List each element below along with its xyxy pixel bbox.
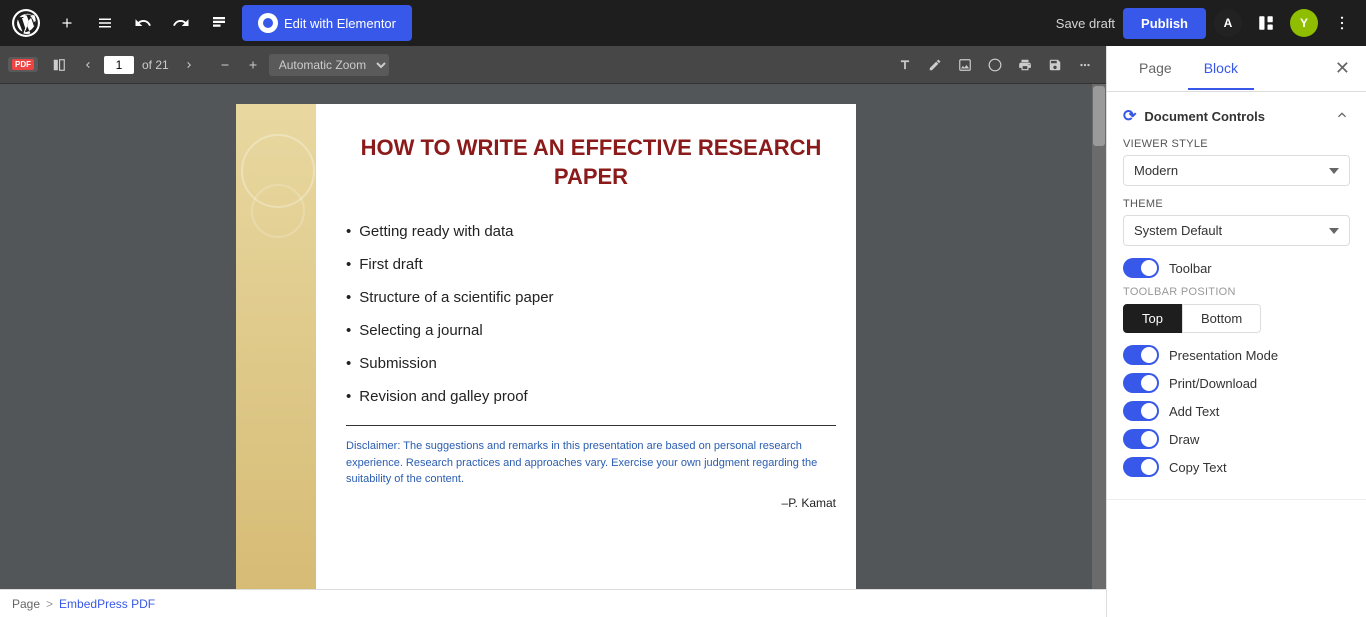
presentation-mode-toggle[interactable] xyxy=(1123,345,1159,365)
draw-row: Draw xyxy=(1123,429,1350,449)
astra-icon[interactable]: A xyxy=(1214,9,1242,37)
section-header: ⟳ Document Controls xyxy=(1123,106,1350,126)
pdf-prev-button[interactable] xyxy=(76,55,100,75)
breadcrumb-separator: > xyxy=(46,597,53,611)
document-controls-section: ⟳ Document Controls VIEWER STYLE Modern … xyxy=(1107,92,1366,500)
pdf-viewer: PDF of 21 Automatic Zoom 50% 75% xyxy=(0,46,1106,617)
toolbar-cursor-indicator xyxy=(1226,260,1242,276)
pdf-bullet-item: Structure of a scientific paper xyxy=(346,281,836,314)
copy-text-label: Copy Text xyxy=(1169,460,1227,475)
pdf-content-area: HOW TO WRITE AN EFFECTIVE RESEARCH PAPER… xyxy=(0,84,1092,589)
close-panel-button[interactable]: ✕ xyxy=(1335,58,1350,79)
publish-button[interactable]: Publish xyxy=(1123,8,1206,39)
pdf-image-tool-button[interactable] xyxy=(952,54,978,76)
collapse-button[interactable] xyxy=(1334,107,1350,126)
layout-icon-button[interactable] xyxy=(1250,7,1282,39)
more-options-button[interactable] xyxy=(1326,7,1358,39)
content-area: PDF of 21 Automatic Zoom 50% 75% xyxy=(0,46,1366,617)
pdf-next-button[interactable] xyxy=(177,55,201,75)
add-text-label: Add Text xyxy=(1169,404,1219,419)
breadcrumb-root[interactable]: Page xyxy=(12,597,40,611)
pdf-bullet-item: Revision and galley proof xyxy=(346,380,836,413)
pdf-bullet-list: Getting ready with data First draft Stru… xyxy=(346,215,836,413)
viewer-style-label: VIEWER STYLE xyxy=(1123,138,1350,150)
pdf-text-tool-button[interactable] xyxy=(892,54,918,76)
theme-label: THEME xyxy=(1123,198,1350,210)
add-text-row: Add Text xyxy=(1123,401,1350,421)
toolbar-label: Toolbar xyxy=(1169,261,1212,276)
top-bar: Edit with Elementor Save draft Publish A… xyxy=(0,0,1366,46)
section-heading: ⟳ Document Controls xyxy=(1123,106,1265,126)
breadcrumb-current[interactable]: EmbedPress PDF xyxy=(59,597,155,611)
pdf-page-total: of 21 xyxy=(142,58,169,72)
pdf-title: HOW TO WRITE AN EFFECTIVE RESEARCH PAPER xyxy=(346,134,836,191)
viewer-style-select[interactable]: Modern Classic Compact xyxy=(1123,155,1350,186)
breadcrumb: Page > EmbedPress PDF xyxy=(0,589,1106,617)
toolbar-top-button[interactable]: Top xyxy=(1123,304,1182,333)
toolbar-toggle[interactable] xyxy=(1123,258,1159,278)
save-draft-button[interactable]: Save draft xyxy=(1056,16,1115,31)
toolbar-position-label: TOOLBAR POSITION xyxy=(1123,286,1350,298)
presentation-mode-row: Presentation Mode xyxy=(1123,345,1350,365)
pdf-decoration xyxy=(236,104,316,589)
pdf-page-input[interactable] xyxy=(104,56,134,74)
edit-with-elementor-button[interactable]: Edit with Elementor xyxy=(242,5,412,41)
tab-page[interactable]: Page xyxy=(1123,48,1188,90)
add-text-toggle[interactable] xyxy=(1123,401,1159,421)
viewer-style-control: VIEWER STYLE Modern Classic Compact xyxy=(1123,138,1350,186)
pdf-bullet-item: Selecting a journal xyxy=(346,314,836,347)
pdf-toolbar: PDF of 21 Automatic Zoom 50% 75% xyxy=(0,46,1106,84)
redo-button[interactable] xyxy=(166,8,196,38)
pdf-scroll-tool-button[interactable] xyxy=(982,54,1008,76)
draw-label: Draw xyxy=(1169,432,1199,447)
pdf-more-tools-button[interactable] xyxy=(1072,54,1098,76)
pdf-bullet-item: Getting ready with data xyxy=(346,215,836,248)
add-block-button[interactable] xyxy=(52,8,82,38)
pdf-toggle-sidebar-button[interactable] xyxy=(46,54,72,76)
print-download-label: Print/Download xyxy=(1169,376,1257,391)
pdf-save-button[interactable] xyxy=(1042,54,1068,76)
pdf-disclaimer: Disclaimer: The suggestions and remarks … xyxy=(346,438,836,488)
pdf-bullet-item: First draft xyxy=(346,248,836,281)
yoast-icon[interactable]: Y xyxy=(1290,9,1318,37)
toolbar-toggle-row: Toolbar xyxy=(1123,258,1350,278)
pdf-zoom-select[interactable]: Automatic Zoom 50% 75% 100% 125% 150% xyxy=(269,54,389,76)
pdf-edit-tool-button[interactable] xyxy=(922,54,948,76)
top-bar-right: Save draft Publish A Y xyxy=(1056,7,1358,39)
right-panel: Page Block ✕ ⟳ Document Controls VIEWER … xyxy=(1106,46,1366,617)
pdf-divider xyxy=(346,425,836,426)
undo-button[interactable] xyxy=(128,8,158,38)
toolbar-position-buttons: Top Bottom xyxy=(1123,304,1350,333)
pdf-zoom-out-button[interactable] xyxy=(213,55,237,75)
wordpress-logo[interactable] xyxy=(8,5,44,41)
tab-block[interactable]: Block xyxy=(1188,48,1254,90)
pdf-toolbar-right xyxy=(892,54,1098,76)
pdf-main-content: HOW TO WRITE AN EFFECTIVE RESEARCH PAPER… xyxy=(326,104,856,589)
theme-control: THEME System Default Light Dark xyxy=(1123,198,1350,246)
print-download-row: Print/Download xyxy=(1123,373,1350,393)
draw-toggle[interactable] xyxy=(1123,429,1159,449)
tools-button[interactable] xyxy=(90,8,120,38)
print-download-toggle[interactable] xyxy=(1123,373,1159,393)
toolbar-position-section: TOOLBAR POSITION Top Bottom xyxy=(1123,286,1350,333)
elementor-btn-label: Edit with Elementor xyxy=(284,16,396,31)
copy-text-row: Copy Text xyxy=(1123,457,1350,477)
pdf-page: HOW TO WRITE AN EFFECTIVE RESEARCH PAPER… xyxy=(236,104,856,589)
elementor-icon xyxy=(258,13,278,33)
pdf-scrollbar[interactable] xyxy=(1092,84,1106,589)
sync-icon: ⟳ xyxy=(1123,106,1136,126)
pdf-print-button[interactable] xyxy=(1012,54,1038,76)
presentation-mode-label: Presentation Mode xyxy=(1169,348,1278,363)
pdf-bullet-item: Submission xyxy=(346,347,836,380)
toolbar-bottom-button[interactable]: Bottom xyxy=(1182,304,1261,333)
section-title: Document Controls xyxy=(1144,109,1265,124)
copy-text-toggle[interactable] xyxy=(1123,457,1159,477)
details-button[interactable] xyxy=(204,8,234,38)
theme-select[interactable]: System Default Light Dark xyxy=(1123,215,1350,246)
pdf-author: –P. Kamat xyxy=(346,496,836,510)
pdf-zoom-in-button[interactable] xyxy=(241,55,265,75)
right-panel-header: Page Block ✕ xyxy=(1107,46,1366,92)
